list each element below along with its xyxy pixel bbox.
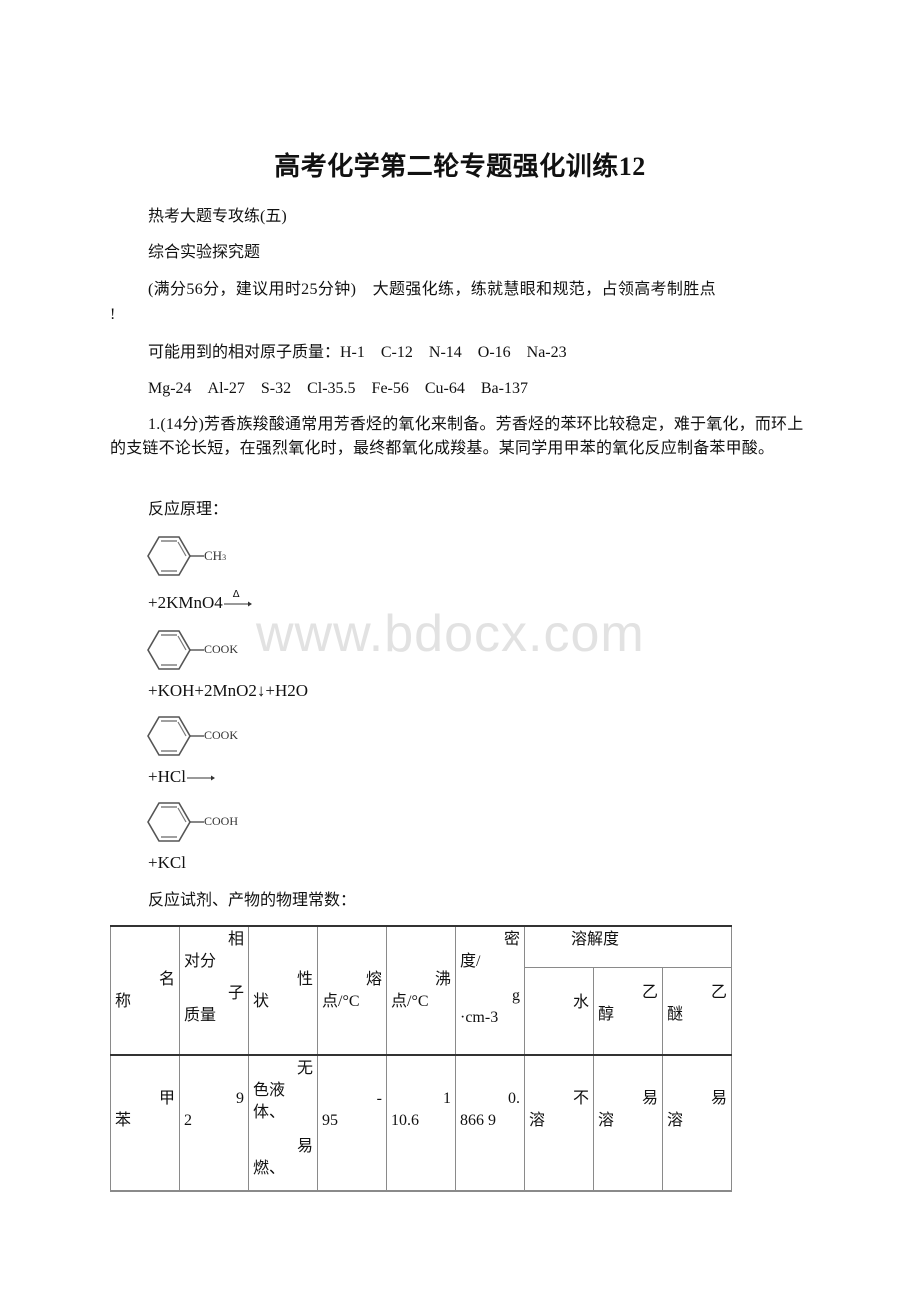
constants-label: 反应试剂、产物的物理常数： <box>148 892 357 909</box>
series-heading: 热考大题专攻练(五) <box>148 208 287 225</box>
header-molar-mass: 相 对分 子 质量 <box>179 925 249 1056</box>
cell-name: 甲 苯 <box>110 1054 180 1192</box>
reaction-principle-label: 反应原理： <box>148 501 229 518</box>
reaction-step-1-reagent: +2KMnO4 Δ <box>148 589 253 614</box>
substituent-label: COOK <box>204 728 239 742</box>
header-solubility-ether: 乙 醚 <box>662 966 732 1056</box>
substituent-subscript: 3 <box>222 553 227 562</box>
toluene-structure: CH3 <box>144 532 254 580</box>
reaction-step-1-byproducts: +KOH+2MnO2↓+H2O <box>148 681 309 700</box>
benzene-ring-icon <box>147 536 204 576</box>
potassium-benzoate-structure: COOK <box>144 712 254 760</box>
potassium-benzoate-structure: COOK <box>144 626 254 674</box>
topic-heading: 综合实验探究题 <box>148 244 261 261</box>
atomic-mass-line-2: Mg-24 Al-27 S-32 Cl-35.5 Fe-56 Cu-64 Ba-… <box>148 380 528 397</box>
header-density: 密 度/ g ·cm-3 <box>455 925 525 1056</box>
reaction-step-2-byproduct: +KCl <box>148 853 186 872</box>
header-solubility: 溶解度 <box>524 925 732 968</box>
scoring-note-continuation: ! <box>110 306 116 323</box>
question-1-text: 1.(14分)芳香族羧酸通常用芳香烃的氧化来制备。芳香烃的苯环比较稳定，难于氧化… <box>110 416 804 457</box>
header-melting-point: 熔 点/°C <box>317 925 387 1056</box>
watermark: www.bdocx.com <box>256 605 645 663</box>
reagent-text: +HCl <box>148 767 186 786</box>
cell-melting-point: - 95 <box>317 1054 387 1192</box>
reaction-arrow-icon <box>186 775 215 781</box>
reagent-text: +2KMnO4 <box>148 593 223 612</box>
reaction-arrow <box>186 768 216 782</box>
cell-density: 0. 866 9 <box>455 1054 525 1192</box>
cell-solubility-water: 不 溶 <box>524 1054 594 1192</box>
cell-solubility-ethanol: 易 溶 <box>593 1054 663 1192</box>
document-title: 高考化学第二轮专题强化训练12 <box>274 152 646 181</box>
physical-constants-table: 名 称 相 对分 子 质量 性 状 熔 点/°C 沸 点/°C 密 度/ g ·… <box>110 925 732 1192</box>
cell-appearance: 无 色液 体、 易 燃、 <box>248 1054 318 1192</box>
reaction-step-2-reagent: +HCl <box>148 766 216 788</box>
header-name: 名 称 <box>110 925 180 1056</box>
scoring-note: (满分56分，建议用时25分钟) 大题强化练，练就慧眼和规范，占领高考制胜点 <box>148 281 716 298</box>
cell-molar-mass: 9 2 <box>179 1054 249 1192</box>
substituent-label: COOK <box>204 642 239 656</box>
reaction-arrow-icon <box>223 601 252 607</box>
cell-solubility-ether: 易 溶 <box>662 1054 732 1192</box>
table-row: 甲 苯 9 2 无 色液 体、 易 燃、 - 95 1 10.6 0. 866 … <box>110 1054 732 1192</box>
cell-boiling-point: 1 10.6 <box>386 1054 456 1192</box>
header-appearance: 性 状 <box>248 925 318 1056</box>
header-solubility-ethanol: 乙 醇 <box>593 966 663 1056</box>
benzoic-acid-structure: COOH <box>144 798 254 846</box>
header-solubility-water: 水 <box>524 966 594 1056</box>
atomic-mass-line-1: 可能用到的相对原子质量：H-1 C-12 N-14 O-16 Na-23 <box>148 344 567 361</box>
substituent-label: CH <box>204 548 223 563</box>
heat-arrow: Δ <box>223 589 253 608</box>
header-boiling-point: 沸 点/°C <box>386 925 456 1056</box>
substituent-label: COOH <box>204 814 239 828</box>
